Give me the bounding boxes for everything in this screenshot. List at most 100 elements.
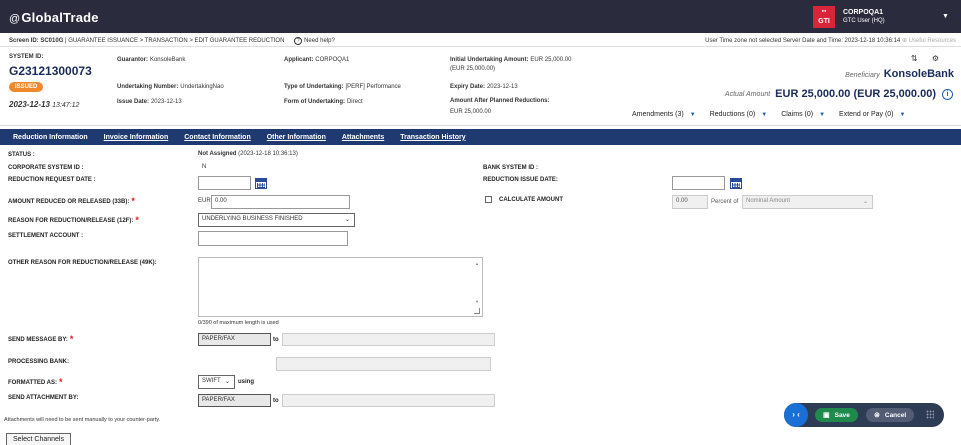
info-icon[interactable]: i <box>942 88 953 100</box>
send-attachment-recipient-input[interactable] <box>282 394 495 407</box>
settlement-account-input[interactable] <box>198 231 348 246</box>
sort-icon[interactable]: ⇅ ⚙ <box>911 54 945 63</box>
calculate-amount-checkbox[interactable] <box>485 196 492 203</box>
transaction-header: SYSTEM ID: G23121300073 ISSUED 2023-12-1… <box>0 48 961 126</box>
breadcrumb-bar: Screen ID: SC010G | GUARANTEE ISSUANCE >… <box>0 34 961 47</box>
user-avatar: ●● GTI <box>813 6 835 28</box>
beneficiary: Beneficiary KonsoleBank <box>845 68 954 80</box>
tab-bar: Reduction Information Invoice Informatio… <box>0 129 961 145</box>
user-menu[interactable]: ●● GTI CORPOQA1 GTC User (HQ) <box>813 5 885 29</box>
nominal-amount-select[interactable]: Nominal Amount ⌄ <box>742 195 873 209</box>
tab-other-information[interactable]: Other Information <box>267 134 326 141</box>
close-icon: ⊗ <box>874 412 880 419</box>
required-icon: * <box>69 334 74 344</box>
processing-bank-label: PROCESSING BANK: <box>8 359 70 365</box>
calendar-icon[interactable] <box>730 178 742 189</box>
collapse-toggle-icon[interactable]: › ‹ <box>784 403 808 427</box>
settlement-account-label: SETTLEMENT ACCOUNT : <box>8 233 84 239</box>
tab-transaction-history[interactable]: Transaction History <box>400 134 465 141</box>
chevron-down-icon: ▼ <box>761 111 768 118</box>
send-attachment-label: SEND ATTACHMENT BY: <box>8 395 79 401</box>
chevron-down-icon: ▼ <box>899 111 906 118</box>
drag-handle-icon[interactable] <box>926 410 934 419</box>
percent-of-label: Percent of <box>711 199 739 205</box>
initial-amount: EUR 25,000.00 <box>530 57 572 63</box>
chevron-down-icon: ⌄ <box>224 379 230 385</box>
issue-date: 2023-12-13 <box>150 99 182 105</box>
reduction-request-date-input[interactable] <box>198 176 251 190</box>
header-tools[interactable]: ⇅ ⚙ <box>911 54 945 63</box>
help-link[interactable]: ? Need help? <box>294 37 335 45</box>
app-logo[interactable]: @GlobalTrade <box>9 10 99 25</box>
formatted-as-select[interactable]: SWIFT ⌄ <box>198 375 235 389</box>
reduction-issue-date-input[interactable] <box>672 176 725 190</box>
scroll-down-icon[interactable]: ▼ <box>475 299 479 304</box>
undertaking-form: Direct <box>346 99 363 105</box>
reduction-issue-date-label: REDUCTION ISSUE DATE: <box>483 177 558 183</box>
expiry-date: 2023-12-13 <box>486 84 518 90</box>
bank-system-id-label: BANK SYSTEM ID : <box>483 165 539 171</box>
required-icon: * <box>135 215 139 225</box>
extend-or-pay-dropdown[interactable]: Extend or Pay (0) ▼ <box>839 111 905 118</box>
applicant: CORPOQA1 <box>315 57 350 63</box>
screen-id: Screen ID: SC010G <box>9 38 64 44</box>
percent-input[interactable]: 0.00 <box>672 195 708 209</box>
formatted-as-label: FORMATTED AS: * <box>8 377 63 387</box>
reason-label: REASON FOR REDUCTION/RELEASE (12F): * <box>8 215 139 225</box>
server-time: User Time zone not selected Server Date … <box>705 38 901 44</box>
amount-after-reductions: EUR 25,000.00 <box>450 109 492 115</box>
required-icon: * <box>131 196 135 206</box>
action-bar: › ‹ ▣ Save ⊗ Cancel <box>784 403 944 427</box>
amount-reduced-input[interactable]: 0.00 <box>211 195 350 209</box>
cancel-button[interactable]: ⊗ Cancel <box>866 408 915 422</box>
to-label: to <box>273 398 279 404</box>
resize-handle-icon[interactable] <box>474 308 480 314</box>
tab-contact-information[interactable]: Contact Information <box>184 134 251 141</box>
reduction-form: STATUS : Not Assigned (2023-12-18 10:36:… <box>0 145 961 443</box>
to-label: to <box>273 337 279 343</box>
send-message-label: SEND MESSAGE BY: * <box>8 334 74 344</box>
user-name: CORPOQA1 <box>843 9 884 16</box>
system-id: G23121300073 <box>9 64 92 78</box>
send-message-select[interactable]: PAPER/FAX <box>198 333 271 346</box>
reason-select[interactable]: UNDERLYING BUSINESS FINISHED ⌄ <box>198 213 355 227</box>
reductions-dropdown[interactable]: Reductions (0) ▼ <box>710 111 767 118</box>
tab-invoice-information[interactable]: Invoice Information <box>104 134 169 141</box>
undertaking-number: UndertakingNao <box>180 84 224 90</box>
system-id-label: SYSTEM ID: <box>9 54 44 60</box>
initial-amount-sub: (EUR 25,000.00) <box>450 66 496 72</box>
chevron-down-icon: ▼ <box>819 111 826 118</box>
using-label: using <box>238 379 254 385</box>
scroll-up-icon[interactable]: ▲ <box>475 261 479 266</box>
guarantor: KonsoleBank <box>149 57 186 63</box>
amount-reduced-label: AMOUNT REDUCED OR RELEASED (33B): * <box>8 196 135 206</box>
other-reason-label: OTHER REASON FOR REDUCTION/RELEASE (49K)… <box>8 260 157 266</box>
tab-attachments[interactable]: Attachments <box>342 134 384 141</box>
help-icon: ? <box>294 37 303 45</box>
currency: EUR <box>198 198 211 204</box>
calendar-icon[interactable] <box>255 178 267 189</box>
status-label: STATUS : <box>8 152 35 158</box>
related-transactions: Amendments (3) ▼ Reductions (0) ▼ Claims (… <box>632 111 919 118</box>
processing-bank-input[interactable] <box>276 357 491 371</box>
save-button[interactable]: ▣ Save <box>815 408 858 422</box>
claims-dropdown[interactable]: Claims (0) ▼ <box>781 111 825 118</box>
chevron-down-icon: ⌄ <box>862 199 868 205</box>
status-badge: ISSUED <box>9 82 44 92</box>
select-channels-button[interactable]: Select Channels <box>6 433 71 445</box>
user-menu-caret-icon[interactable]: ▼ <box>942 13 949 20</box>
send-attachment-select[interactable]: PAPER/FAX <box>198 394 271 407</box>
issue-datetime: 2023-12-13 13:47:12 <box>9 100 80 109</box>
calculate-amount-label: CALCULATE AMOUNT <box>499 197 563 203</box>
actual-amount: Actual Amount EUR 25,000.00 (EUR 25,000.0… <box>725 88 953 100</box>
undertaking-type: [PERF] Performance <box>345 84 401 90</box>
other-reason-textarea[interactable]: ▲ ▼ <box>198 257 483 317</box>
amendments-dropdown[interactable]: Amendments (3) ▼ <box>632 111 696 118</box>
send-message-recipient-input[interactable] <box>282 333 495 346</box>
reduction-request-date-label: REDUCTION REQUEST DATE : <box>8 177 96 183</box>
useful-resources-link[interactable]: ⊕ Useful Resources <box>902 38 956 44</box>
tab-reduction-information[interactable]: Reduction Information <box>13 134 88 141</box>
user-role: GTC User (HQ) <box>843 18 885 24</box>
top-bar: @GlobalTrade ●● GTI CORPOQA1 GTC User (HQ… <box>0 0 961 33</box>
chevron-down-icon: ▼ <box>689 111 696 118</box>
